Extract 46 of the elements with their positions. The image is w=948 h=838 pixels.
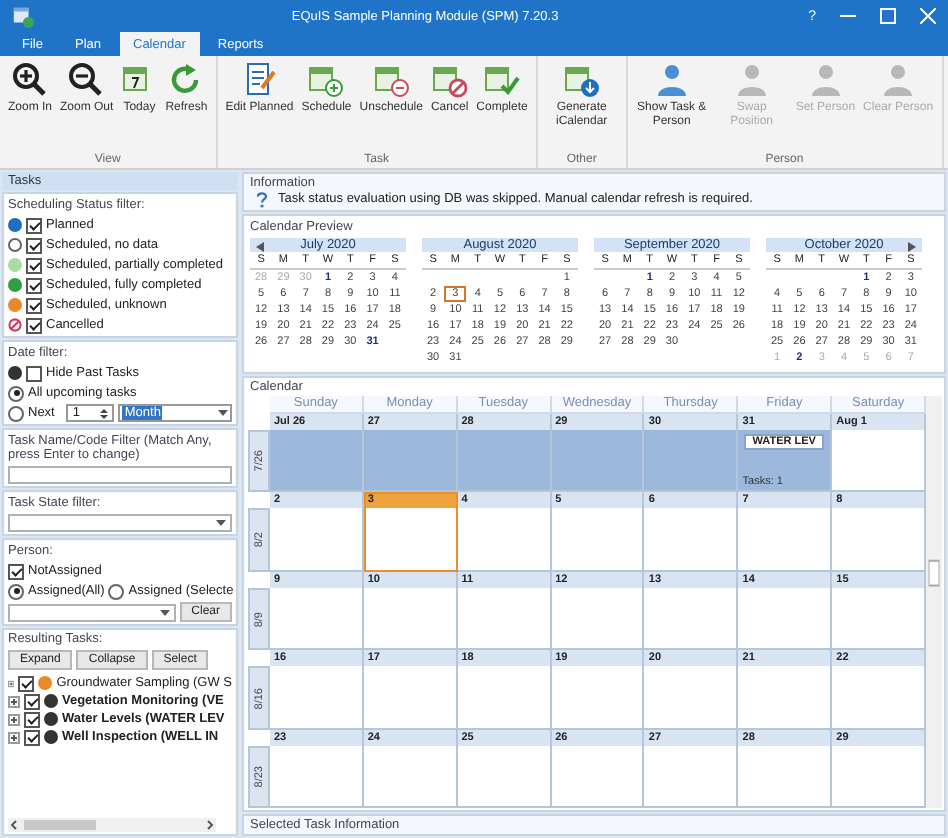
radio-button[interactable] [8,385,24,401]
dropdown-caret-icon [218,410,228,416]
close-icon[interactable] [920,8,936,24]
question-icon [256,191,268,207]
checkbox[interactable] [26,365,42,381]
radio-button[interactable] [8,583,24,599]
dropdown-caret-icon [216,520,226,526]
expand-icon[interactable] [8,713,20,725]
dot-icon [8,366,22,380]
zoom-out-icon [68,62,105,98]
previous-month-icon[interactable] [256,242,264,252]
checkbox[interactable] [26,217,42,233]
calendar-download-icon [563,62,600,98]
expand-icon[interactable] [8,695,20,707]
calendar-minus-icon [373,62,410,98]
name-filter-field[interactable] [8,466,232,484]
dropdown-caret-icon [159,609,170,615]
checkbox[interactable] [26,257,42,273]
checkbox[interactable] [26,237,42,253]
app-logo-icon [12,5,34,27]
checkbox[interactable] [26,277,42,293]
checkbox[interactable] [24,711,40,727]
vertical-scrollbar[interactable] [926,396,942,808]
radio-button[interactable] [108,583,125,599]
expand-icon[interactable] [8,677,15,689]
expand-icon[interactable] [8,731,20,743]
checkbox[interactable] [18,675,35,691]
next-month-icon[interactable] [908,242,916,252]
spinner-arrows-icon [100,407,109,419]
calendar-check-icon [484,62,520,98]
checkbox[interactable] [24,729,40,745]
document-pencil-icon [241,62,278,98]
checkbox[interactable] [24,693,40,709]
checkbox[interactable] [26,317,42,333]
horizontal-scrollbar[interactable] [8,818,216,832]
person-icon [880,62,917,98]
person-icon [653,62,690,98]
calendar-cancel-icon [431,62,468,98]
maximize-icon[interactable] [880,8,896,24]
zoom-in-icon [12,62,48,98]
checkbox[interactable] [26,297,42,313]
checkbox[interactable] [8,563,24,579]
person-icon [807,62,844,98]
person-icon [733,62,770,98]
calendar-plus-icon [308,62,345,98]
radio-button[interactable] [8,405,24,421]
